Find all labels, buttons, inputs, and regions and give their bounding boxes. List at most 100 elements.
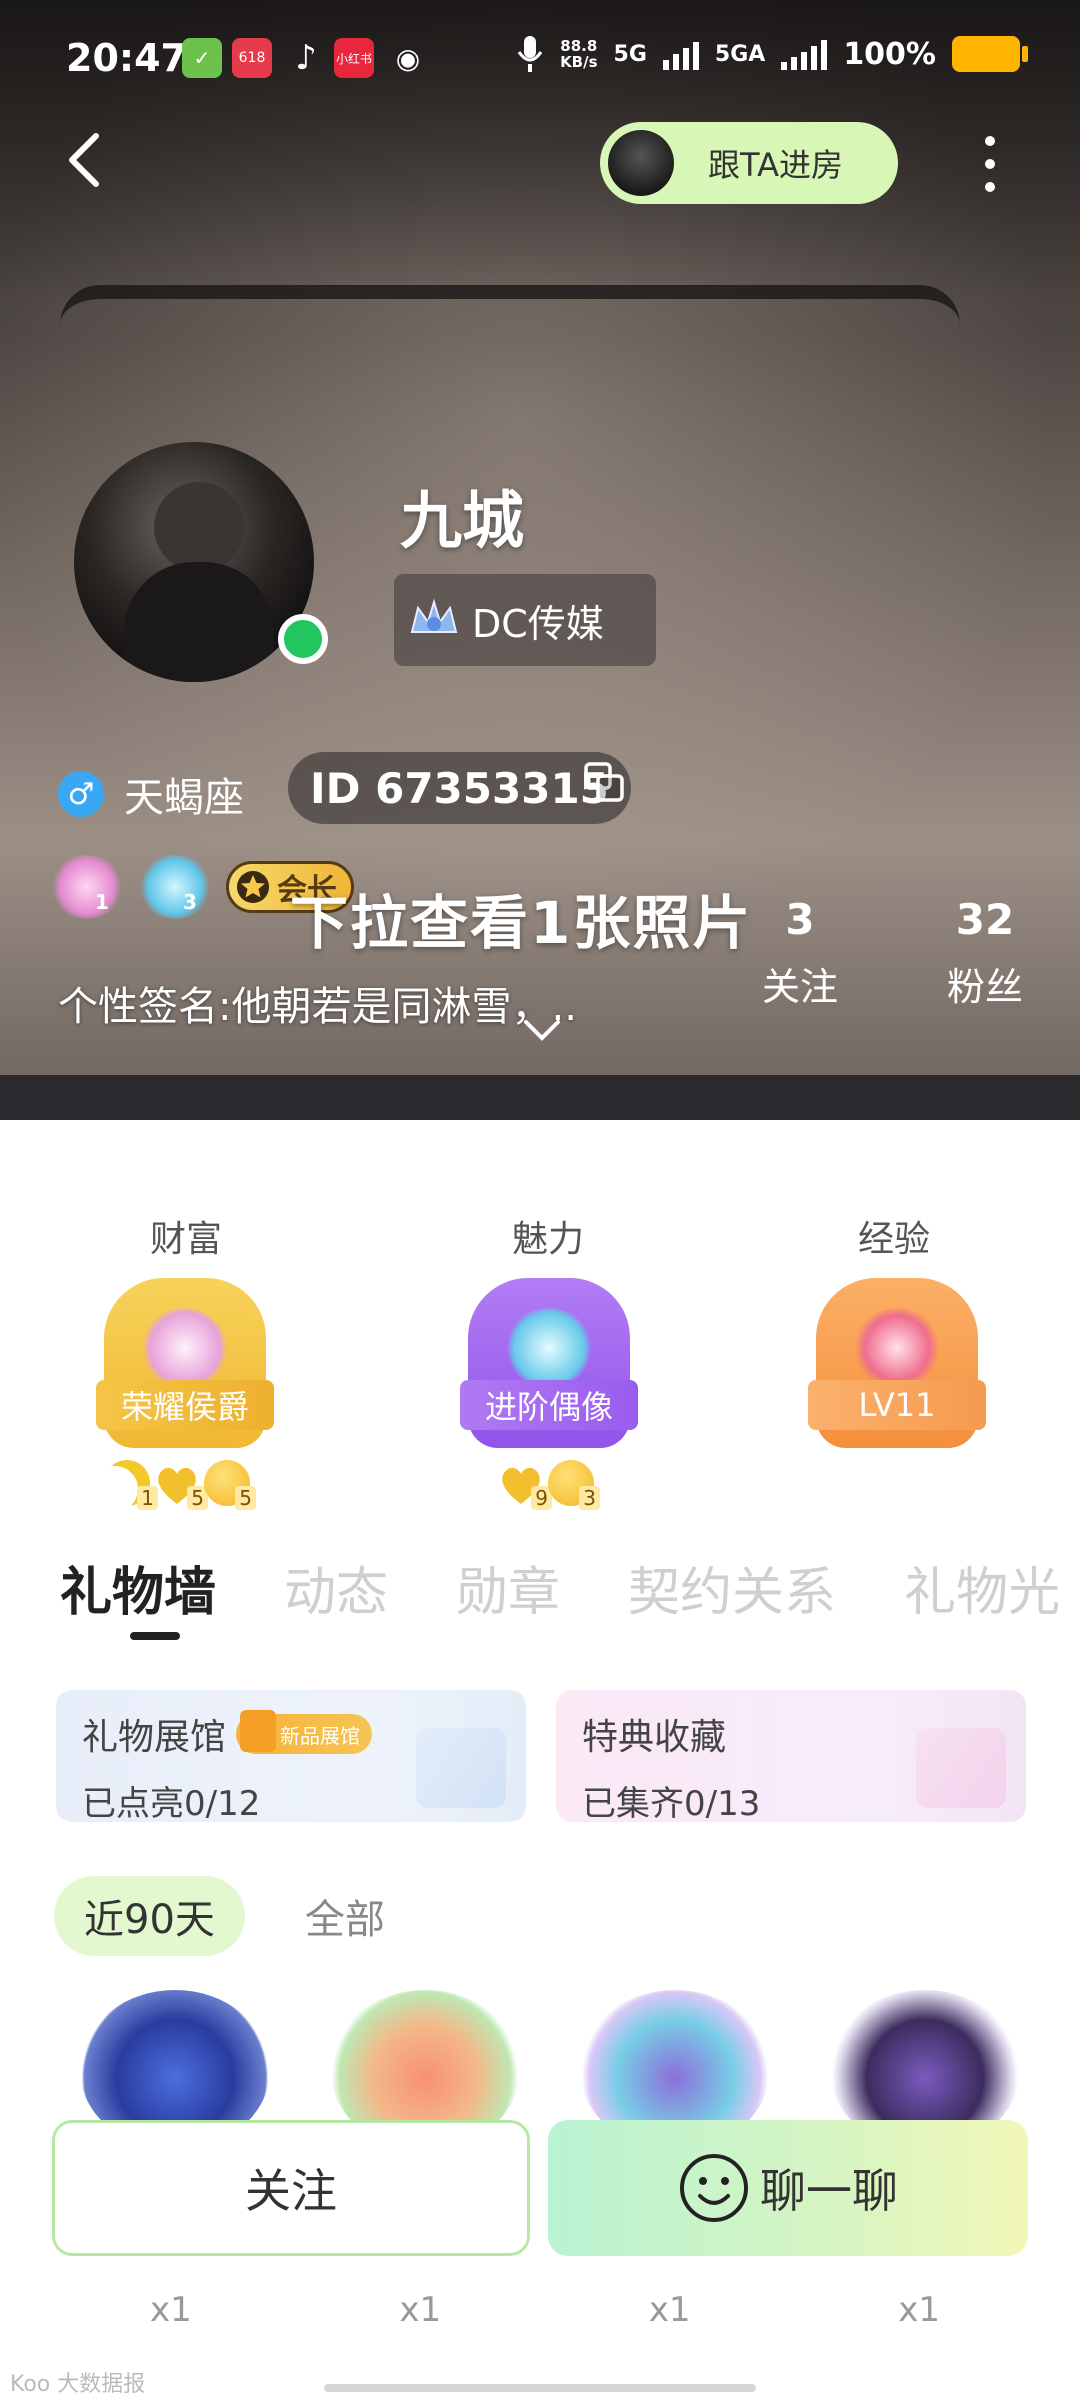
gift-count: x1 [150,2290,192,2330]
zodiac-row: ♂ 天蝎座 [58,765,244,823]
new-hall-tag: 新品展馆 [236,1710,373,1754]
range-all[interactable]: 全部 [305,1887,385,1945]
charm-ribbon: 进阶偶像 [460,1380,638,1430]
gift-summary-cards: 礼物展馆 新品展馆 已点亮0/12 特典收藏 已集齐0/13 [56,1690,1028,1824]
gift-hall-card[interactable]: 礼物展馆 新品展馆 已点亮0/12 [56,1690,526,1824]
room-host-avatar [608,130,674,196]
experience-title: 经验 [857,1219,930,1260]
copy-icon[interactable] [582,760,626,804]
gift-counts: x1 x1 x1 x1 [150,2290,940,2330]
user-id: ID 67353315 [288,752,631,824]
tab-contract[interactable]: 契约关系 [628,1550,836,1640]
tab-medals[interactable]: 勋章 [456,1550,560,1640]
chat-button-label: 聊一聊 [760,2164,898,2218]
status-right: 88.8 KB/s 5G 5GA 100% [516,34,1028,74]
charm-level-badge-icon[interactable]: 3 [138,855,212,919]
profile-tabs: 礼物墙 动态 勋章 契约关系 礼物光 [60,1550,1080,1640]
following-label: 关注 [761,965,838,1009]
gift-box-art-icon [416,1728,506,1808]
net-5g-label: 5G [613,41,647,67]
experience-shield-icon[interactable]: LV11 [808,1278,986,1448]
male-gender-icon: ♂ [58,771,104,817]
online-status-dot [278,614,328,664]
tab-gift-light[interactable]: 礼物光 [904,1550,1060,1640]
wealth-badge-level: 1 [95,890,109,914]
charm-shield-icon[interactable]: 进阶偶像 [460,1278,638,1448]
back-arrow-icon [69,133,99,187]
follow-room-label: 跟TA进房 [708,146,843,184]
charm-level[interactable]: 魅力 [448,1210,648,1262]
zodiac-label: 天蝎座 [124,775,244,821]
more-dot [985,136,995,146]
range-filter: 近90天 全部 [54,1876,385,1956]
heart-coin-icon: 9 [498,1464,552,1510]
watermark: Koo 大数据报 [10,2372,146,2397]
charm-title: 魅力 [511,1219,584,1260]
photo-hint: 下拉查看1张照片 [290,889,753,957]
star-icon [237,871,269,903]
back-button[interactable] [60,130,110,190]
experience-level[interactable]: 经验 [794,1210,994,1262]
calendar-check-icon: ✓ [182,38,222,78]
chevron-down-icon[interactable] [522,1018,562,1042]
wealth-level[interactable]: 财富 [86,1210,286,1262]
wealth-level-badge-icon[interactable]: 1 [50,855,124,919]
xiaohongshu-icon: 小红书 [334,38,374,78]
cover-bottom-strip [0,1075,1080,1120]
user-name: 九城 [400,484,525,557]
special-collection-card[interactable]: 特典收藏 已集齐0/13 [556,1690,1026,1824]
tab-gift-wall[interactable]: 礼物墙 [60,1550,216,1640]
more-dot [985,182,995,192]
charm-emblem-icon [506,1308,592,1388]
gift-count: x1 [399,2290,442,2330]
more-dot [985,159,995,169]
charm-coins: 9 3 [498,1460,600,1510]
gift-box-icon [240,1710,277,1752]
wealth-ribbon: 荣耀侯爵 [96,1380,274,1430]
smile-icon [680,2154,748,2222]
signature[interactable]: 个性签名:他朝若是同淋雪，.. [58,974,577,1032]
follow-button-label: 关注 [245,2164,337,2218]
range-90-days[interactable]: 近90天 [54,1876,245,1956]
avatar-body [124,562,274,682]
wealth-coins: 1 5 5 [104,1460,256,1510]
signal-icon-2 [781,38,828,70]
coin-icon: 3 [548,1460,600,1510]
crystal-art-icon [916,1728,1006,1808]
chat-button[interactable]: 聊一聊 [548,2120,1028,2256]
special-collection-title: 特典收藏 [582,1717,727,1758]
gift-hall-title: 礼物展馆 [82,1717,227,1758]
app-618-icon: 618 [232,38,272,78]
wealth-shield-icon[interactable]: 荣耀侯爵 [96,1278,274,1448]
battery-icon [952,36,1028,72]
experience-ribbon: LV11 [808,1380,986,1430]
signal-icon [662,38,699,70]
org-name: DC传媒 [472,601,604,646]
org-tag[interactable]: DC传媒 [394,574,656,666]
status-time: 20:47 [66,36,187,80]
microphone-icon [517,36,543,72]
tiktok-icon: ♪ [295,38,317,78]
wealth-emblem-icon [142,1308,228,1388]
following-stat[interactable]: 3 关注 [760,895,840,1011]
fans-stat[interactable]: 32 粉丝 [930,895,1040,1011]
more-options-button[interactable] [980,136,1000,192]
status-bar: 20:47 ✓ 618 ♪ 小红书 ◉ 88.8 KB/s 5G 5GA 100% [0,30,1080,90]
battery-percent: 100% [843,36,936,72]
follow-into-room-button[interactable]: 跟TA进房 [600,122,898,204]
follow-button[interactable]: 关注 [52,2120,530,2256]
avatar-head [154,482,244,572]
gift-count: x1 [898,2290,940,2330]
fans-count: 32 [955,895,1015,944]
tab-moments[interactable]: 动态 [284,1550,388,1640]
following-count: 3 [785,895,815,944]
home-indicator[interactable] [324,2384,756,2392]
gift-count: x1 [648,2290,691,2330]
cover-glasses [60,285,960,405]
heart-emblem-icon [854,1308,940,1388]
org-crown-icon [410,598,458,633]
weibo-icon: ◉ [395,41,421,75]
heart-coin-icon: 5 [154,1464,208,1510]
wealth-title: 财富 [149,1219,222,1260]
coin-icon: 5 [204,1460,256,1510]
